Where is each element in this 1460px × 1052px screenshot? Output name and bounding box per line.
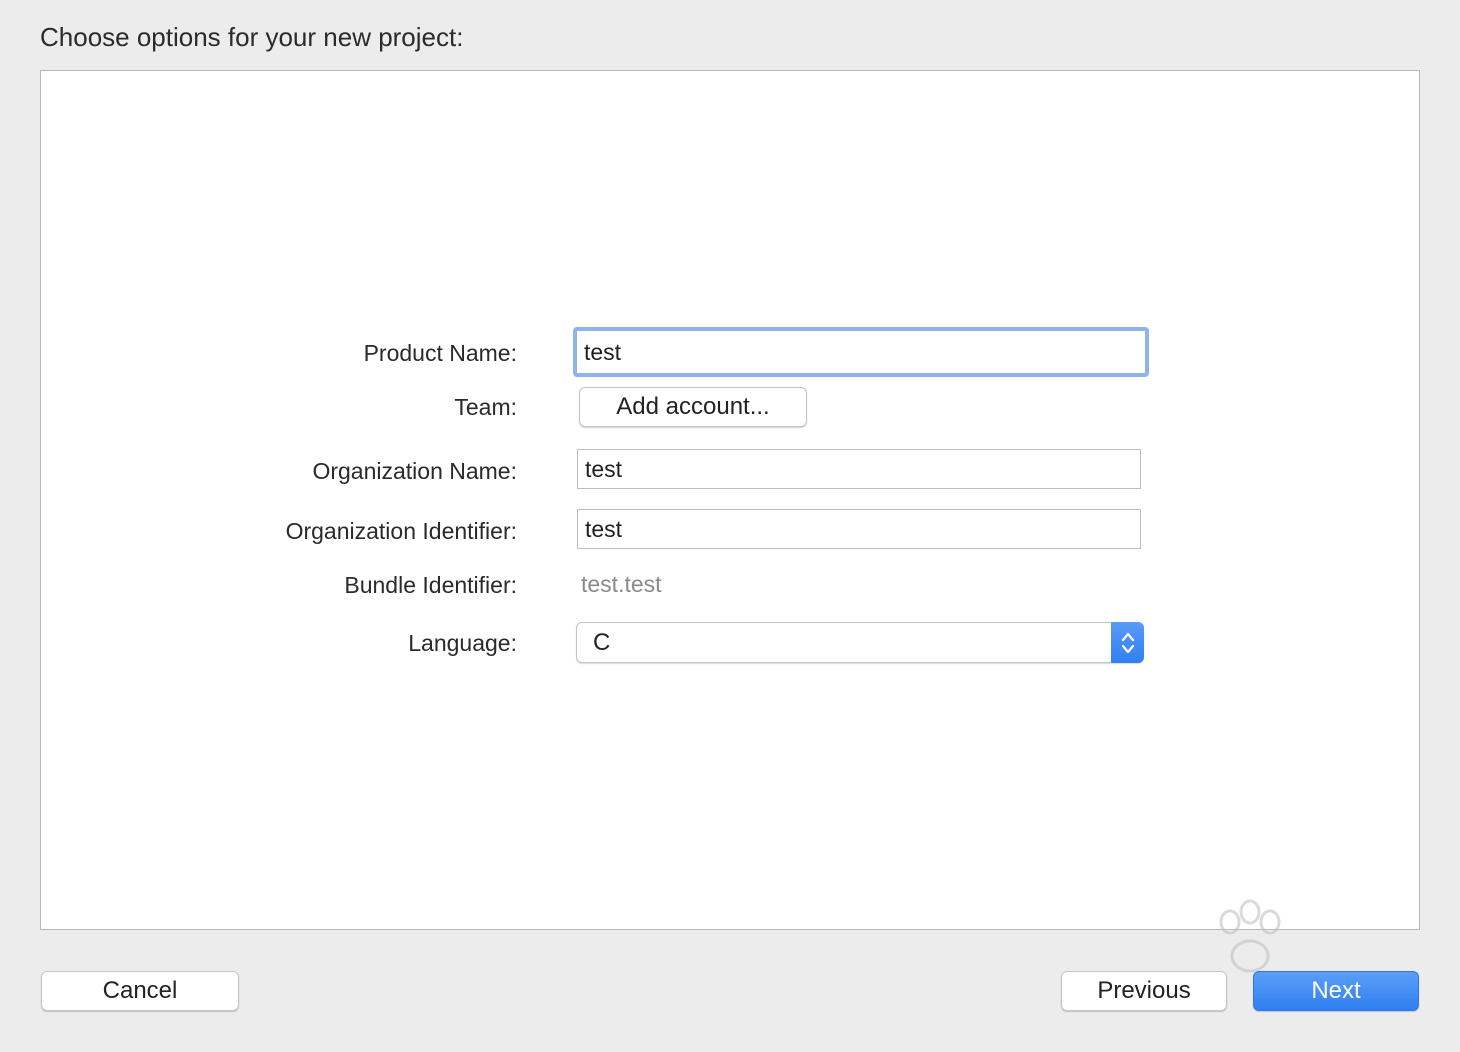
baidu-jingyan-watermark: [1118, 894, 1388, 1024]
language-selected-value: C: [593, 629, 611, 656]
product-name-value: test: [584, 338, 622, 365]
team-label: Team:: [454, 394, 517, 420]
chevron-up-down-icon[interactable]: [1111, 622, 1144, 663]
organization-identifier-field[interactable]: test: [577, 509, 1141, 549]
organization-identifier-label: Organization Identifier:: [285, 518, 517, 544]
bundle-identifier-label: Bundle Identifier:: [344, 572, 517, 598]
page-title: Choose options for your new project:: [40, 22, 464, 52]
organization-name-value: test: [585, 455, 623, 482]
add-account-button[interactable]: Add account...: [579, 387, 807, 427]
options-panel: Product Name: test Team: Add account... …: [40, 70, 1420, 930]
language-select[interactable]: C: [576, 622, 1144, 663]
organization-name-label: Organization Name:: [312, 458, 517, 484]
product-name-field[interactable]: test: [573, 327, 1149, 377]
language-label: Language:: [408, 630, 517, 656]
organization-name-field[interactable]: test: [577, 449, 1141, 489]
cancel-button[interactable]: Cancel: [41, 971, 239, 1011]
product-name-label: Product Name:: [363, 340, 517, 366]
bundle-identifier-value: test.test: [581, 571, 662, 597]
organization-identifier-value: test: [585, 515, 623, 542]
